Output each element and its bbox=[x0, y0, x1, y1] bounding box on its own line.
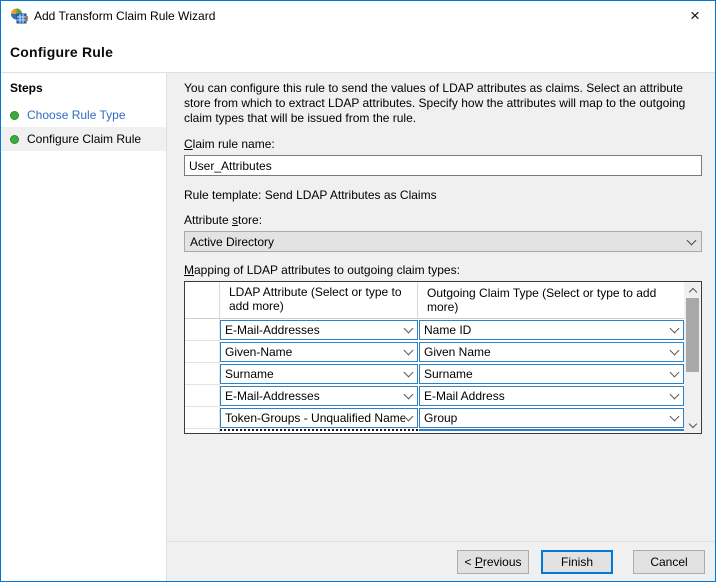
mapping-table-header: LDAP Attribute (Select or type to add mo… bbox=[185, 282, 684, 319]
row-selector bbox=[185, 429, 220, 433]
scrollbar-thumb[interactable] bbox=[686, 298, 699, 372]
chevron-down-icon bbox=[670, 412, 680, 422]
rule-template-text: Rule template: Send LDAP Attributes as C… bbox=[184, 188, 702, 202]
step-current-bullet-icon bbox=[10, 135, 19, 144]
row-selector-header bbox=[185, 282, 220, 318]
ldap-attribute-combo[interactable]: E-Mail-Addresses bbox=[220, 320, 418, 340]
page-title: Configure Rule bbox=[10, 44, 113, 60]
row-selector[interactable] bbox=[185, 363, 220, 385]
outgoing-claim-combo[interactable]: Surname bbox=[419, 364, 684, 384]
step-done-bullet-icon bbox=[10, 111, 19, 120]
table-row: Surname Surname bbox=[185, 363, 684, 385]
sidebar-item-choose-rule-type[interactable]: Choose Rule Type bbox=[1, 103, 166, 127]
chevron-down-icon bbox=[670, 390, 680, 400]
chevron-down-icon bbox=[670, 324, 680, 334]
outgoing-claim-combo[interactable]: Given Name bbox=[419, 342, 684, 362]
outgoing-claim-combo[interactable]: Group bbox=[419, 408, 684, 428]
rule-description: You can configure this rule to send the … bbox=[184, 81, 702, 126]
window-title: Add Transform Claim Rule Wizard bbox=[34, 9, 684, 23]
ldap-attribute-combo[interactable]: E-Mail-Addresses bbox=[220, 386, 418, 406]
wizard-header: Configure Rule bbox=[1, 31, 715, 72]
mapping-table: LDAP Attribute (Select or type to add mo… bbox=[184, 281, 702, 434]
chevron-down-icon bbox=[670, 346, 680, 356]
row-selector[interactable] bbox=[185, 319, 220, 341]
scroll-up-button[interactable] bbox=[684, 282, 701, 298]
wizard-window: Add Transform Claim Rule Wizard × Config… bbox=[0, 0, 716, 582]
chevron-down-icon bbox=[404, 368, 414, 378]
chevron-down-icon bbox=[687, 235, 697, 245]
wizard-footer: < Previous Finish Cancel bbox=[167, 541, 715, 581]
attribute-store-select[interactable]: Active Directory bbox=[184, 231, 702, 252]
ldap-attribute-combo-clipped bbox=[220, 429, 418, 433]
finish-button[interactable]: Finish bbox=[541, 550, 613, 574]
claim-rule-name-label: Claim rule name: bbox=[184, 137, 702, 151]
outgoing-claim-combo-clipped bbox=[419, 429, 684, 433]
cancel-button[interactable]: Cancel bbox=[633, 550, 705, 574]
outgoing-claim-column-header: Outgoing Claim Type (Select or type to a… bbox=[418, 282, 684, 318]
chevron-down-icon bbox=[404, 390, 414, 400]
mapping-grid: LDAP Attribute (Select or type to add mo… bbox=[185, 282, 684, 433]
attribute-store-value: Active Directory bbox=[190, 235, 688, 249]
previous-button[interactable]: < Previous bbox=[457, 550, 529, 574]
table-row: E-Mail-Addresses E-Mail Address bbox=[185, 385, 684, 407]
step-label: Choose Rule Type bbox=[27, 108, 126, 122]
chevron-down-icon bbox=[670, 368, 680, 378]
ldap-attribute-combo[interactable]: Token-Groups - Unqualified Names bbox=[220, 408, 418, 428]
table-row: Token-Groups - Unqualified Names Group bbox=[185, 407, 684, 429]
ldap-attribute-column-header: LDAP Attribute (Select or type to add mo… bbox=[220, 282, 418, 318]
table-vertical-scrollbar[interactable] bbox=[684, 282, 701, 433]
step-label: Configure Claim Rule bbox=[27, 132, 141, 146]
ldap-attribute-combo[interactable]: Surname bbox=[220, 364, 418, 384]
configure-rule-content: You can configure this rule to send the … bbox=[167, 73, 715, 541]
outgoing-claim-combo[interactable]: Name ID bbox=[419, 320, 684, 340]
table-row: E-Mail-Addresses Name ID bbox=[185, 319, 684, 341]
outgoing-claim-combo[interactable]: E-Mail Address bbox=[419, 386, 684, 406]
chevron-down-icon bbox=[404, 412, 414, 422]
row-selector[interactable] bbox=[185, 385, 220, 407]
chevron-up-icon bbox=[688, 287, 696, 295]
chevron-down-icon bbox=[404, 324, 414, 334]
claim-rule-name-input[interactable] bbox=[184, 155, 702, 176]
scroll-down-button[interactable] bbox=[684, 417, 701, 433]
close-button[interactable]: × bbox=[684, 5, 706, 27]
title-bar: Add Transform Claim Rule Wizard × bbox=[1, 1, 715, 31]
wizard-body: Steps Choose Rule Type Configure Claim R… bbox=[1, 72, 715, 581]
attribute-store-label: Attribute store: bbox=[184, 213, 702, 227]
table-row: Given-Name Given Name bbox=[185, 341, 684, 363]
row-selector[interactable] bbox=[185, 407, 220, 429]
table-row-partial bbox=[185, 429, 684, 433]
steps-title: Steps bbox=[1, 79, 166, 103]
chevron-down-icon bbox=[688, 420, 696, 428]
sidebar-item-configure-claim-rule[interactable]: Configure Claim Rule bbox=[1, 127, 166, 151]
mapping-label: Mapping of LDAP attributes to outgoing c… bbox=[184, 263, 702, 277]
chevron-down-icon bbox=[404, 346, 414, 356]
steps-sidebar: Steps Choose Rule Type Configure Claim R… bbox=[1, 73, 167, 581]
row-selector[interactable] bbox=[185, 341, 220, 363]
wizard-app-icon bbox=[10, 8, 28, 24]
main-panel: You can configure this rule to send the … bbox=[167, 73, 715, 581]
ldap-attribute-combo[interactable]: Given-Name bbox=[220, 342, 418, 362]
